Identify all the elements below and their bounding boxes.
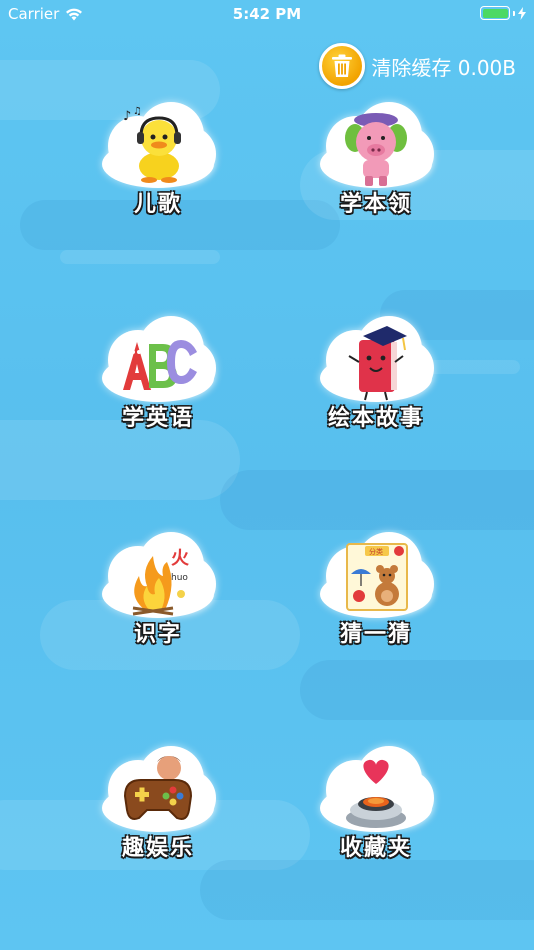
battery-icon (480, 6, 510, 20)
menu-item-guess[interactable]: 分类 猜一猜 (276, 528, 476, 668)
menu-item-skills[interactable]: 学本领 (276, 98, 476, 238)
fire-character-icon: 火 huo (115, 534, 201, 620)
svg-text:火: 火 (171, 548, 190, 569)
battery-indicator (480, 6, 526, 20)
menu-item-label: 识字 (133, 622, 182, 647)
status-bar: Carrier 5:42 PM (0, 0, 534, 28)
clear-cache-button[interactable]: 清除缓存 0.00B (319, 43, 516, 89)
svg-text:分类: 分类 (369, 547, 383, 556)
menu-item-label: 趣娱乐 (121, 836, 194, 861)
svg-text:♪: ♪ (123, 109, 131, 124)
menu-item-label: 学本领 (339, 192, 412, 217)
menu-item-label: 收藏夹 (339, 836, 412, 861)
abc-letters-icon (115, 318, 201, 404)
menu-item-label: 学英语 (121, 406, 194, 431)
menu-item-picture-books[interactable]: 绘本故事 (276, 312, 476, 452)
menu-item-favorites[interactable]: 收藏夹 (276, 742, 476, 882)
menu-item-english[interactable]: 学英语 (58, 312, 258, 452)
heart-button-icon (333, 748, 419, 834)
teddy-bear-card-icon: 分类 (333, 534, 419, 620)
menu-item-characters[interactable]: 火 huo 识字 (58, 528, 258, 668)
menu-item-label: 绘本故事 (327, 406, 424, 431)
clear-cache-label: 清除缓存 0.00B (371, 55, 516, 80)
trash-button[interactable] (319, 43, 366, 89)
pig-toy-icon (333, 104, 419, 190)
menu-item-label: 儿歌 (133, 192, 182, 217)
status-time: 5:42 PM (232, 5, 302, 23)
menu-item-label: 猜一猜 (339, 622, 412, 647)
trash-icon (332, 54, 353, 77)
menu-item-entertainment[interactable]: 趣娱乐 (58, 742, 258, 882)
gamepad-icon (115, 748, 201, 834)
book-graduation-icon (333, 318, 419, 404)
svg-text:huo: huo (171, 573, 188, 583)
duck-headphones-icon: ♪ ♫ (115, 104, 201, 190)
menu-item-songs[interactable]: ♪ ♫ 儿歌 (58, 98, 258, 238)
svg-text:♫: ♫ (133, 106, 142, 117)
charging-bolt-icon (518, 6, 526, 20)
